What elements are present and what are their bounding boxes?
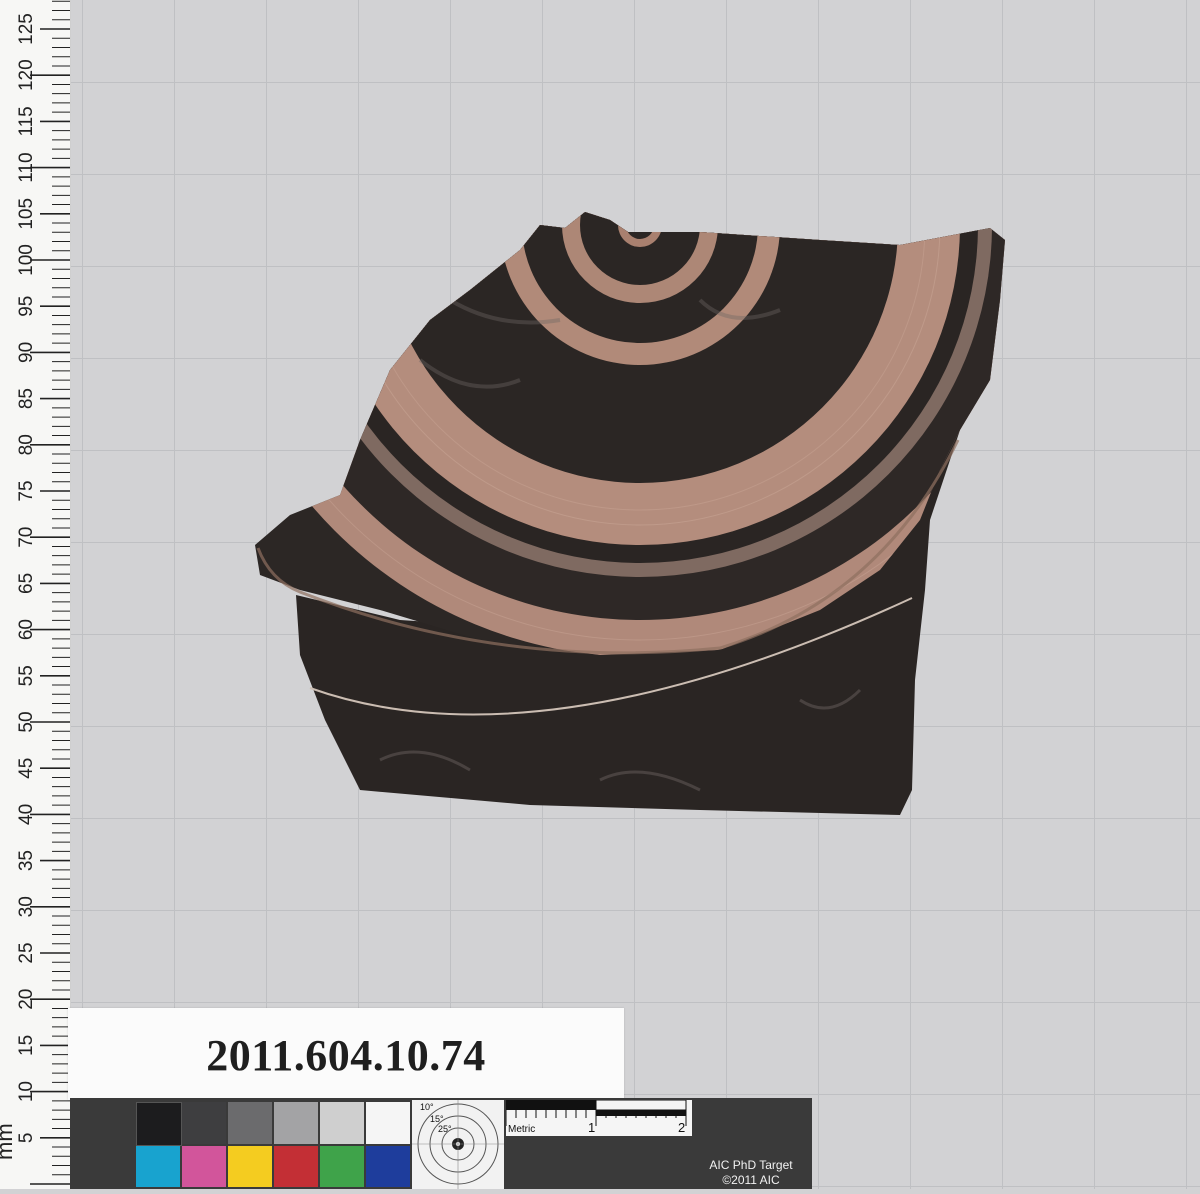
ruler-number: 25	[16, 942, 37, 963]
ruler-number: 70	[16, 527, 37, 548]
ruler-number: 115	[16, 106, 37, 136]
accession-number: 2011.604.10.74	[206, 1031, 486, 1080]
swatch-top-3	[274, 1102, 318, 1144]
ruler-unit-label: mm	[0, 1123, 17, 1160]
ruler-number: 10	[16, 1081, 37, 1102]
ruler-number: 60	[16, 619, 37, 640]
swatch-top-4	[320, 1102, 364, 1144]
swatch-top-1	[182, 1102, 226, 1144]
ruler-number: 50	[16, 711, 37, 732]
ruler-number: 35	[16, 850, 37, 871]
ruler-number: 75	[16, 480, 37, 501]
target-caption: AIC PhD Target ©2011 AIC	[690, 1098, 812, 1189]
focus-target-rings	[412, 1100, 504, 1189]
ruler-number-labels: 125 120 115 110 105 100 95 90 85 80 75 70 65 60 55 50 45…	[16, 13, 37, 1143]
ruler-number: 125	[16, 13, 37, 45]
ruler-number: 105	[16, 198, 37, 230]
focus-target: 10° 15° 25°	[412, 1100, 504, 1189]
ruler-number: 80	[16, 434, 37, 455]
ruler-number: 15	[16, 1035, 37, 1056]
ruler-number: 40	[16, 804, 37, 825]
swatch-bottom-1	[182, 1146, 226, 1187]
ruler-number: 110	[16, 152, 37, 182]
ruler-number: 45	[16, 758, 37, 779]
angle-label-10: 10°	[420, 1102, 434, 1112]
swatch-bottom-2	[228, 1146, 272, 1187]
swatch-bottom-5	[366, 1146, 410, 1187]
ruler-number: 85	[16, 388, 37, 409]
ruler-number: 20	[16, 989, 37, 1010]
ruler-ticks: 125 120 115 110 105 100 95 90 85 80 75 70 65 60 55 50 45…	[16, 0, 70, 1185]
ruler-number: 30	[16, 896, 37, 917]
swatch-bottom-0	[136, 1146, 180, 1187]
accession-label-card: 2011.604.10.74	[68, 1008, 624, 1100]
swatch-bottom-4	[320, 1146, 364, 1187]
swatch-top-5	[366, 1102, 410, 1144]
swatch-top-2	[228, 1102, 272, 1144]
shard-upper-bowl	[255, 212, 1005, 655]
angle-label-15: 15°	[430, 1114, 444, 1124]
metric-label: Metric	[508, 1124, 536, 1135]
angle-label-25: 25°	[438, 1124, 452, 1134]
ruler-number: 100	[16, 244, 37, 276]
ruler-number: 55	[16, 665, 37, 686]
scale-mark-1: 1	[588, 1120, 596, 1135]
swatch-bottom-3	[274, 1146, 318, 1187]
scale-mark-2: 2	[678, 1120, 686, 1135]
ruler-number: 90	[16, 342, 37, 363]
swatch-top-0	[136, 1102, 182, 1146]
target-copyright: ©2011 AIC	[722, 1173, 780, 1187]
ruler-number: 65	[16, 573, 37, 594]
ruler-number: 120	[16, 59, 37, 91]
target-name: AIC PhD Target	[709, 1158, 793, 1172]
measurement-ruler: 125 120 115 110 105 100 95 90 85 80 75 70 65 60 55 50 45…	[0, 0, 71, 1189]
ruler-number: 95	[16, 296, 37, 317]
